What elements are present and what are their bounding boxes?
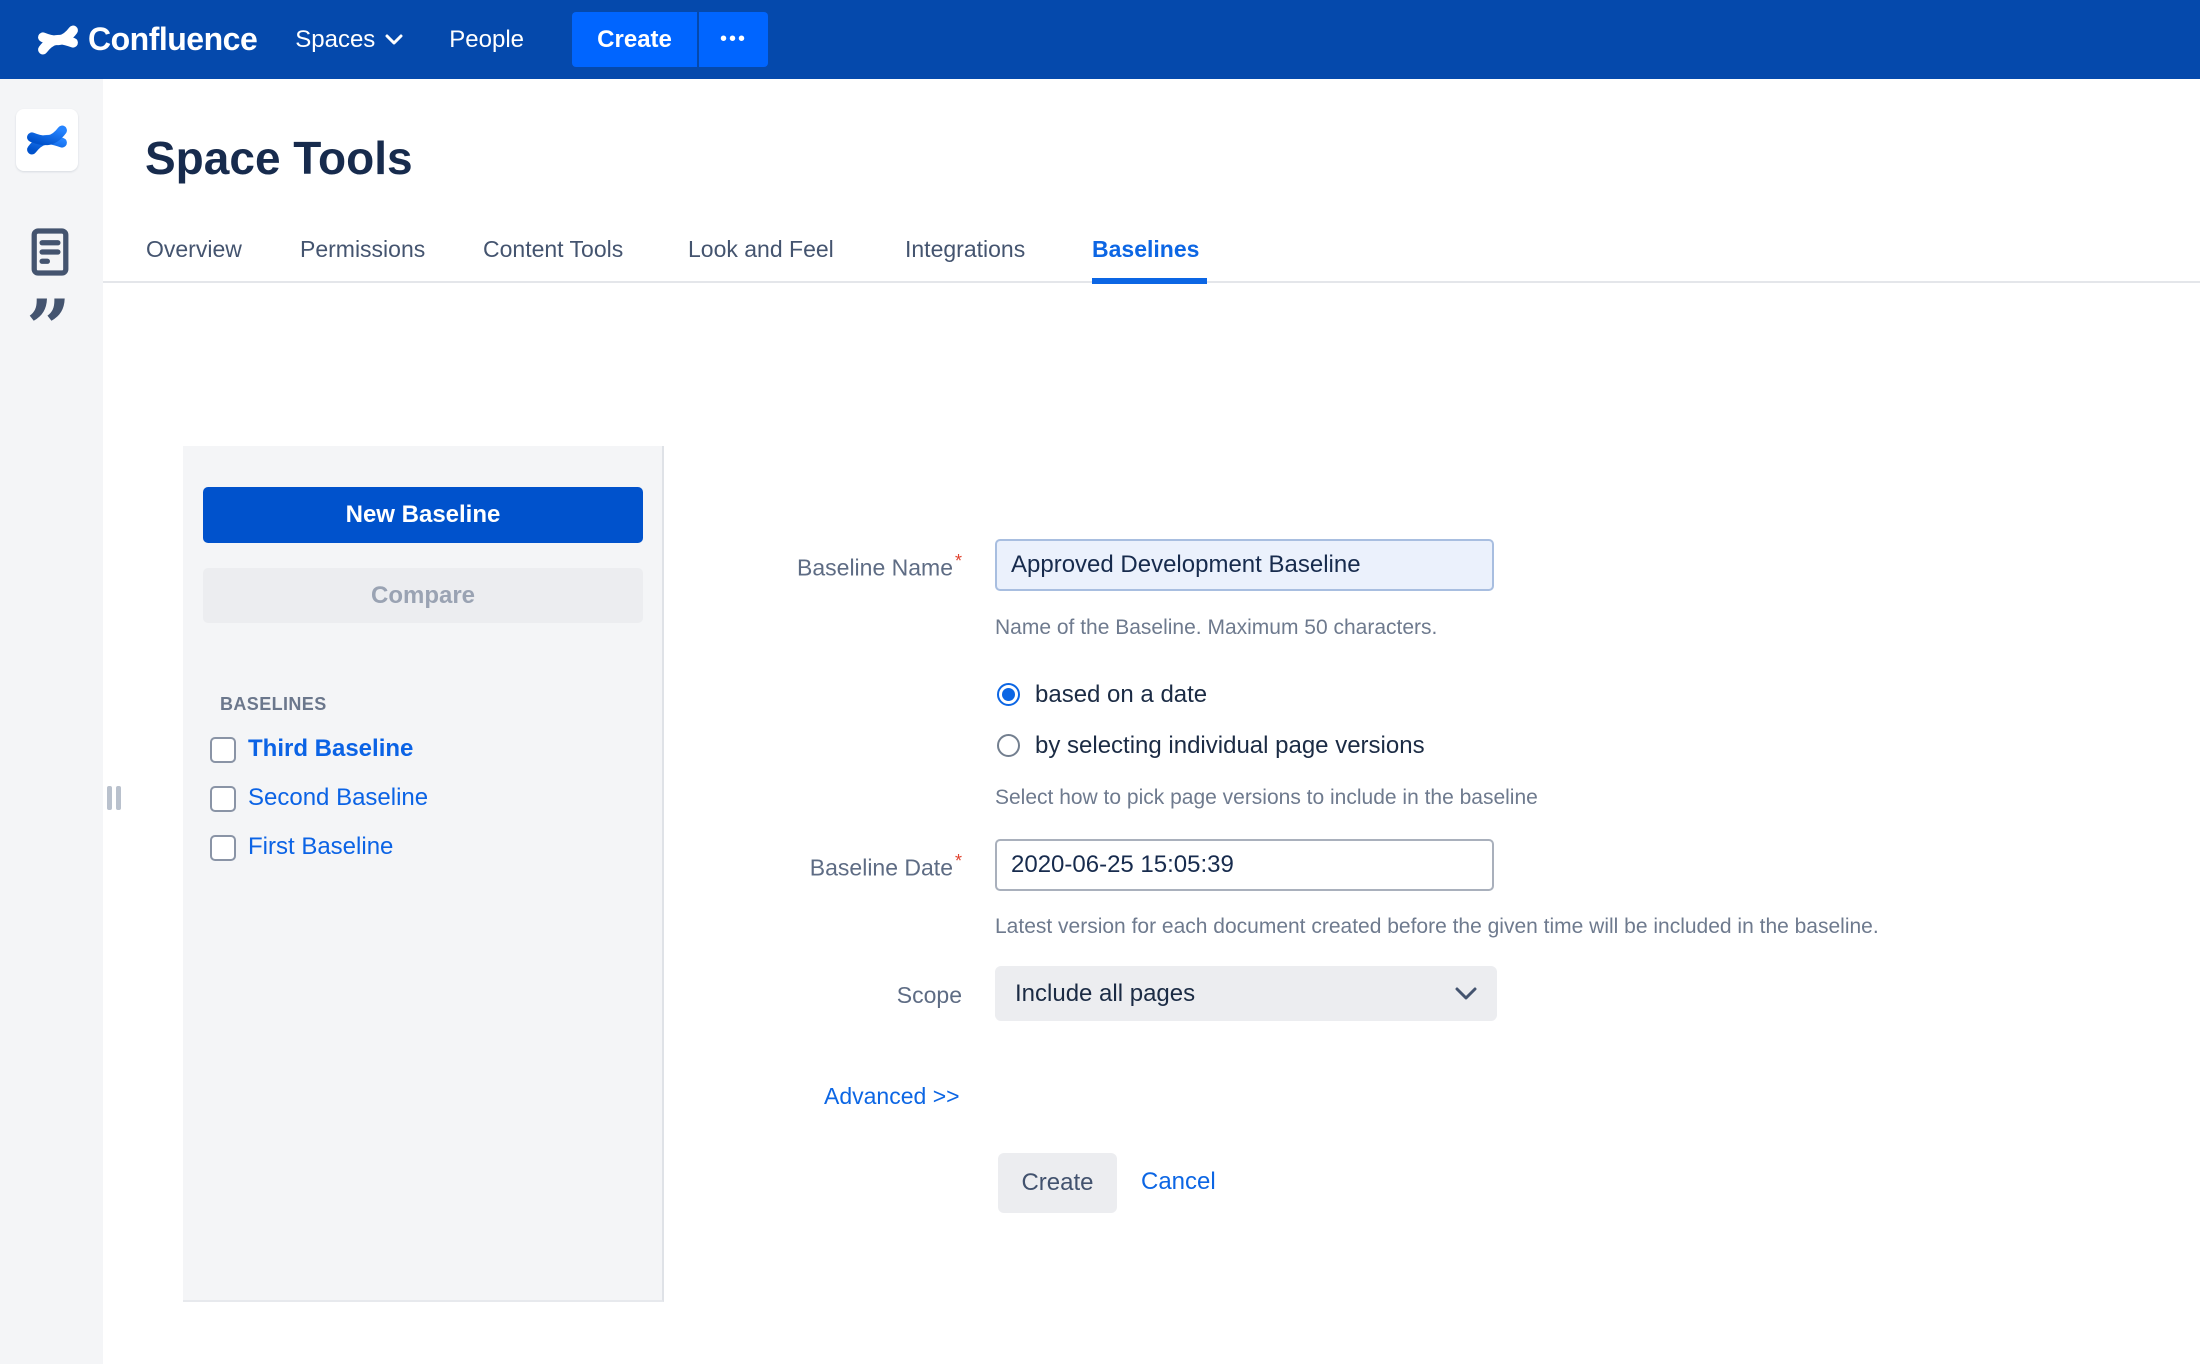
baseline-link-third[interactable]: Third Baseline bbox=[248, 735, 413, 763]
pages-nav-button[interactable] bbox=[30, 227, 70, 277]
baseline-checkbox-second[interactable] bbox=[210, 786, 236, 812]
baseline-name-label: Baseline Name* bbox=[602, 551, 962, 582]
form-create-button[interactable]: Create bbox=[998, 1153, 1117, 1213]
baseline-date-input[interactable] bbox=[995, 839, 1494, 891]
tab-look-and-feel[interactable]: Look and Feel bbox=[688, 236, 834, 263]
cancel-link[interactable]: Cancel bbox=[1141, 1168, 1216, 1196]
nav-people-link[interactable]: People bbox=[449, 26, 524, 54]
tab-permissions[interactable]: Permissions bbox=[300, 236, 425, 263]
confluence-logo-icon bbox=[36, 18, 80, 62]
baseline-link-second[interactable]: Second Baseline bbox=[248, 784, 428, 812]
baseline-date-label: Baseline Date* bbox=[602, 851, 962, 882]
chevron-down-icon bbox=[385, 34, 403, 46]
baselines-list-header: BASELINES bbox=[220, 694, 327, 715]
sidebar-resize-grip[interactable] bbox=[107, 786, 121, 810]
mode-help: Select how to pick page versions to incl… bbox=[995, 786, 1538, 810]
baseline-checkbox-third[interactable] bbox=[210, 737, 236, 763]
confluence-space-tools-page: Confluence Spaces People Create ••• bbox=[0, 0, 2200, 1364]
space-logo-icon bbox=[25, 118, 69, 162]
scope-select[interactable]: Include all pages bbox=[995, 966, 1497, 1021]
radio-based-on-date[interactable] bbox=[997, 683, 1020, 706]
quotes-icon: ” bbox=[26, 283, 71, 374]
radio-individual-versions[interactable] bbox=[997, 734, 1020, 757]
blog-quote-nav-button[interactable]: ” bbox=[26, 294, 71, 354]
tab-integrations[interactable]: Integrations bbox=[905, 236, 1025, 263]
tab-overview[interactable]: Overview bbox=[146, 236, 242, 263]
required-marker: * bbox=[955, 551, 962, 571]
baseline-name-input[interactable] bbox=[995, 539, 1494, 591]
radio-individual-versions-label[interactable]: by selecting individual page versions bbox=[1035, 732, 1425, 760]
space-sidebar-rail: ” bbox=[0, 79, 103, 1364]
baseline-name-help: Name of the Baseline. Maximum 50 charact… bbox=[995, 616, 1437, 640]
more-actions-button[interactable]: ••• bbox=[699, 12, 768, 67]
create-button[interactable]: Create bbox=[572, 12, 697, 67]
top-nav: Confluence Spaces People Create ••• bbox=[0, 0, 2200, 79]
document-icon bbox=[30, 227, 70, 277]
baseline-link-first[interactable]: First Baseline bbox=[248, 833, 393, 861]
confluence-home-link[interactable]: Confluence bbox=[36, 18, 257, 62]
product-wordmark: Confluence bbox=[88, 21, 257, 58]
scope-label: Scope bbox=[602, 982, 962, 1009]
compare-button[interactable]: Compare bbox=[203, 568, 643, 623]
nav-spaces-menu[interactable]: Spaces bbox=[295, 26, 403, 54]
new-baseline-button[interactable]: New Baseline bbox=[203, 487, 643, 543]
tab-content-tools[interactable]: Content Tools bbox=[483, 236, 623, 263]
advanced-link[interactable]: Advanced >> bbox=[824, 1083, 960, 1110]
scope-selected-value: Include all pages bbox=[1015, 980, 1455, 1008]
baseline-checkbox-first[interactable] bbox=[210, 835, 236, 861]
page-title: Space Tools bbox=[145, 131, 413, 185]
tab-baselines[interactable]: Baselines bbox=[1092, 236, 1199, 263]
radio-based-on-date-label[interactable]: based on a date bbox=[1035, 681, 1207, 709]
baseline-date-help: Latest version for each document created… bbox=[995, 915, 1879, 939]
active-tab-underline bbox=[1092, 278, 1207, 284]
space-logo-button[interactable] bbox=[16, 109, 78, 171]
required-marker: * bbox=[955, 851, 962, 871]
chevron-down-icon bbox=[1455, 987, 1477, 1001]
